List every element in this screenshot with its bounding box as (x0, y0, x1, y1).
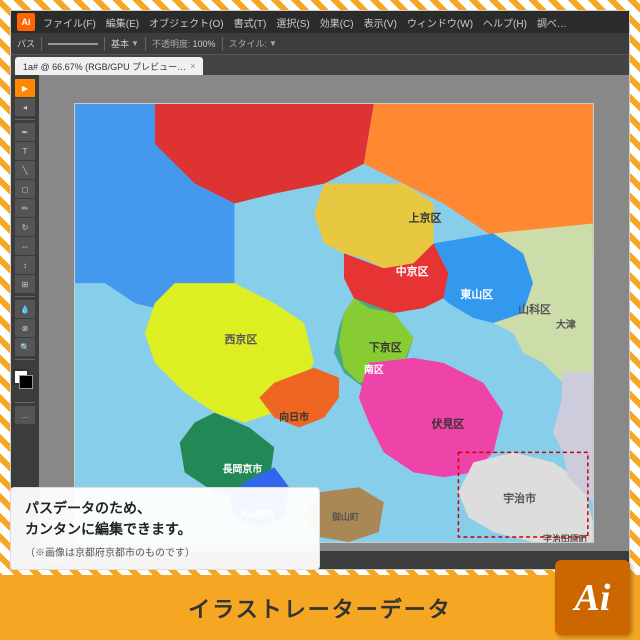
svg-text:西京区: 西京区 (224, 332, 257, 346)
svg-text:伏見区: 伏見区 (432, 417, 465, 431)
toolbar-sep-1 (41, 37, 42, 51)
tool-brush[interactable]: ✏ (15, 199, 35, 217)
toolbar-mode[interactable]: 基本 ▼ (111, 37, 139, 50)
ai-badge: Ai (555, 560, 630, 635)
ai-logo-titlebar: Ai (17, 13, 35, 31)
svg-text:宇治市: 宇治市 (503, 491, 536, 505)
tool-blend[interactable]: ⊞ (15, 275, 35, 293)
bottom-bar-title: イラストレーターデータ (188, 592, 452, 624)
info-box: パスデータのため、カンタンに編集できます。 （※画像は京都府京都市のものです） (10, 487, 320, 570)
svg-text:向日市: 向日市 (279, 411, 309, 424)
info-sub-text: （※画像は京都府京都市のものです） (25, 544, 305, 559)
svg-text:上京区: 上京区 (409, 210, 442, 224)
tool-measure[interactable]: ⊗ (15, 319, 35, 337)
svg-text:中京区: 中京区 (396, 264, 429, 278)
menu-window[interactable]: ウィンドウ(W) (403, 13, 477, 32)
tool-type[interactable]: T (15, 142, 35, 160)
svg-text:大津: 大津 (556, 318, 576, 331)
menu-select[interactable]: 選択(S) (272, 13, 313, 32)
menu-search[interactable]: 調べ… (533, 13, 571, 32)
toolbar-sep-4 (222, 37, 223, 51)
toolbar-style[interactable]: スタイル: ▼ (229, 37, 277, 50)
menu-help[interactable]: ヘルプ(H) (479, 13, 531, 32)
orange-bottom-bar: イラストレーターデータ (0, 575, 640, 640)
svg-text:長岡京市: 長岡京市 (223, 462, 263, 475)
menu-bar: ファイル(F) 編集(E) オブジェクト(O) 書式(T) 選択(S) 効果(C… (39, 13, 623, 32)
tool-zoom[interactable]: 🔍 (15, 338, 35, 356)
toolbar-stroke-line (48, 43, 98, 45)
tool-direct-select[interactable]: ◂ (15, 98, 35, 116)
menu-edit[interactable]: 編集(E) (102, 13, 143, 32)
svg-text:南区: 南区 (364, 363, 384, 376)
color-swatch-wrapper[interactable] (13, 369, 37, 393)
tool-screen-mode[interactable]: … (15, 406, 35, 424)
tab-close-button[interactable]: × (190, 61, 195, 71)
tool-rect[interactable]: ◻ (15, 180, 35, 198)
background-color[interactable] (19, 375, 33, 389)
svg-text:下京区: 下京区 (369, 340, 402, 354)
menu-object[interactable]: オブジェクト(O) (145, 13, 227, 32)
info-main-text: パスデータのため、カンタンに編集できます。 (25, 498, 305, 540)
tool-select[interactable]: ▶ (15, 79, 35, 97)
toolbar-sep-3 (145, 37, 146, 51)
tool-sep-3 (15, 359, 35, 360)
tool-width[interactable]: ↕ (15, 256, 35, 274)
foreground-color[interactable] (13, 369, 29, 385)
tool-sep-2 (15, 296, 35, 297)
tool-sep-4 (15, 402, 35, 403)
map-container: 上京区 中京区 下京区 東山区 山科区 西京区 南区 伏見区 向日市 長岡京市 … (74, 103, 594, 543)
toolbar-opacity: 不透明度: 100% (152, 37, 216, 50)
tool-line[interactable]: ╲ (15, 161, 35, 179)
tab-bar: 1a# @ 66.67% (RGB/GPU プレビュー… × (11, 55, 629, 75)
tool-sep-1 (15, 119, 35, 120)
map-svg: 上京区 中京区 下京区 東山区 山科区 西京区 南区 伏見区 向日市 長岡京市 … (75, 104, 593, 542)
tool-rotate[interactable]: ↻ (15, 218, 35, 236)
svg-text:山科区: 山科区 (518, 302, 551, 316)
svg-text:御山町: 御山町 (331, 511, 359, 522)
tool-mirror[interactable]: ⇔ (15, 237, 35, 255)
toolbar: パス 基本 ▼ 不透明度: 100% スタイル: ▼ (11, 33, 629, 55)
document-tab[interactable]: 1a# @ 66.67% (RGB/GPU プレビュー… × (15, 57, 203, 75)
ai-badge-text: Ai (575, 576, 611, 620)
title-bar: Ai ファイル(F) 編集(E) オブジェクト(O) 書式(T) 選択(S) 効… (11, 11, 629, 33)
menu-file[interactable]: ファイル(F) (39, 13, 100, 32)
menu-type[interactable]: 書式(T) (230, 13, 271, 32)
tab-title: 1a# @ 66.67% (RGB/GPU プレビュー… (23, 60, 186, 73)
tool-pen[interactable]: ✒ (15, 123, 35, 141)
main-card: Ai ファイル(F) 編集(E) オブジェクト(O) 書式(T) 選択(S) 効… (10, 10, 630, 570)
toolbar-sep-2 (104, 37, 105, 51)
svg-text:東山区: 東山区 (460, 287, 493, 301)
tool-eyedropper[interactable]: 💧 (15, 300, 35, 318)
menu-view[interactable]: 表示(V) (360, 13, 401, 32)
toolbar-path-label: パス (17, 37, 35, 50)
menu-effect[interactable]: 効果(C) (316, 13, 358, 32)
